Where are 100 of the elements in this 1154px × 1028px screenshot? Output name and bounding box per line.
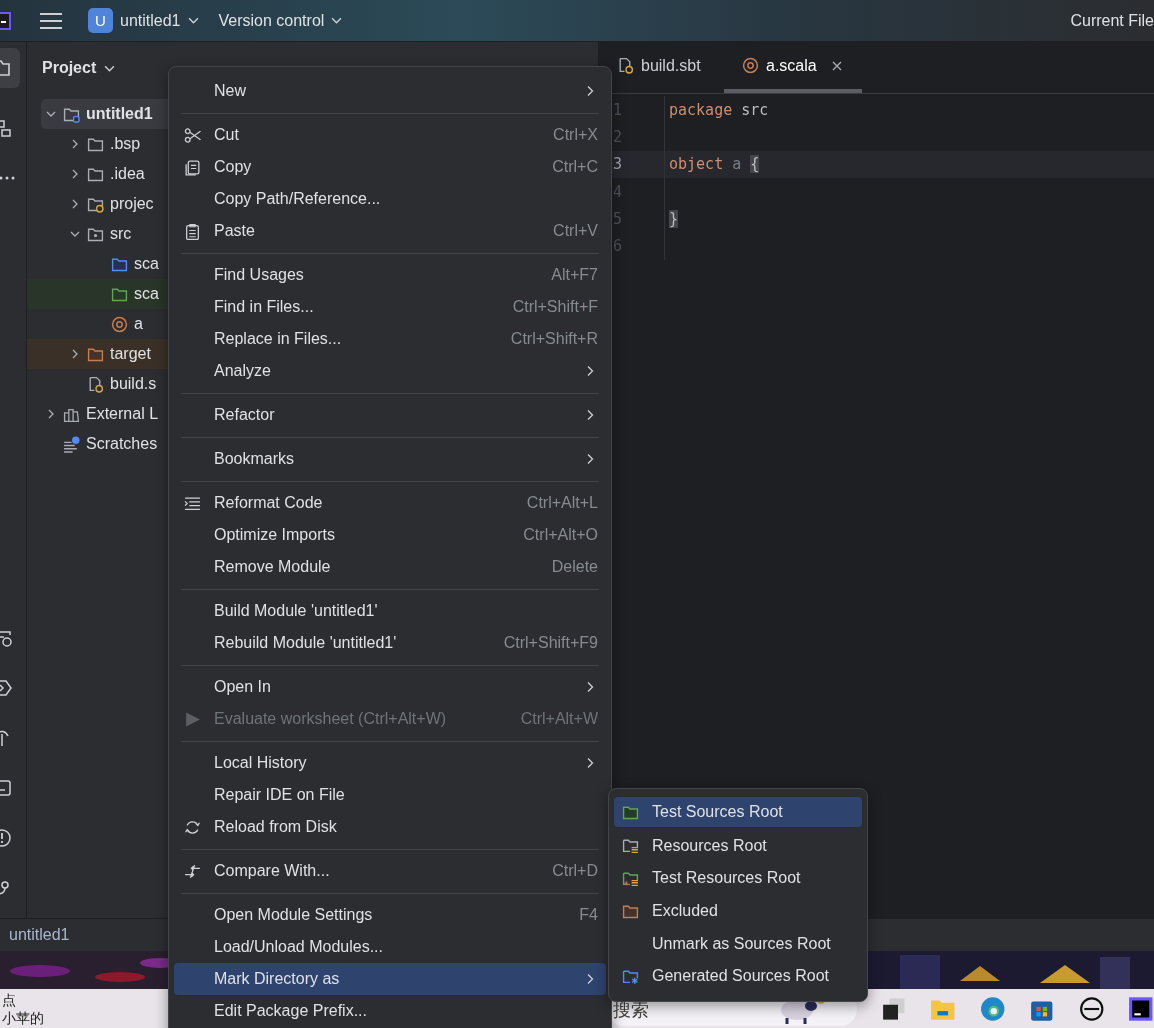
folder-icon	[87, 165, 104, 183]
generated-folder-icon	[622, 967, 639, 985]
menu-item[interactable]: Bookmarks	[174, 443, 606, 475]
menu-item[interactable]: Find Usages Alt+F7	[174, 259, 606, 291]
widget-text[interactable]: 小苹的	[2, 1009, 159, 1027]
ide-icon[interactable]	[1128, 996, 1154, 1022]
close-icon[interactable]	[831, 60, 842, 71]
play-icon	[184, 710, 201, 728]
tree-item[interactable]: sca	[27, 279, 168, 309]
shortcut-text: Ctrl+Shift+R	[510, 330, 598, 348]
shortcut-text: Ctrl+X	[553, 126, 598, 144]
folder-icon	[622, 902, 639, 920]
shortcut-text: Alt+F7	[551, 266, 598, 284]
menu-item[interactable]: Generated Sources Root	[614, 959, 862, 993]
menu-icon[interactable]	[40, 11, 62, 30]
caret-icon	[331, 17, 343, 24]
scala-file-icon	[742, 57, 759, 74]
shortcut-text: Delete	[551, 558, 598, 576]
folder-icon	[622, 803, 639, 821]
shortcut-text: F4	[579, 906, 598, 924]
reload-icon	[184, 818, 201, 836]
code-token: }	[669, 209, 679, 228]
tree-item[interactable]: External L	[27, 399, 168, 429]
chevron-icon	[586, 681, 594, 693]
chevron-icon	[586, 757, 594, 769]
editor-tab[interactable]: a.scala	[724, 42, 862, 93]
folder-icon	[87, 135, 104, 153]
menu-item[interactable]: Load/Unload Modules...	[174, 931, 606, 963]
widget-text[interactable]: 点	[2, 991, 159, 1009]
menu-item[interactable]: Repair IDE on File	[174, 779, 606, 811]
code-token: object	[669, 155, 724, 174]
recent-projects-dropdown[interactable]: U untitled1	[88, 8, 199, 33]
menu-item[interactable]: Local History	[174, 747, 606, 779]
menu-item[interactable]: Build Module 'untitled1'	[174, 595, 606, 627]
breadcrumb[interactable]: untitled1	[9, 926, 70, 944]
shortcut-text: Ctrl+Alt+O	[523, 526, 598, 544]
menu-item[interactable]: Refactor	[174, 399, 606, 431]
folder-icon	[87, 345, 104, 363]
shortcut-text: Ctrl+Alt+L	[526, 494, 598, 512]
caret-icon	[187, 17, 199, 24]
chevron-icon	[586, 365, 594, 377]
chevron-icon	[586, 973, 594, 985]
menu-item[interactable]: Resources Root	[614, 829, 862, 863]
tree-item[interactable]: .idea	[27, 159, 168, 189]
run-configuration-selector[interactable]: Current File	[1070, 11, 1154, 30]
version-control-menu[interactable]: Version control	[218, 11, 343, 30]
menu-item[interactable]: Optimize Imports Ctrl+Alt+O	[174, 519, 606, 551]
task-view-icon[interactable]	[880, 996, 907, 1022]
shortcut-text: Ctrl+V	[553, 222, 598, 240]
project-badge: U	[88, 8, 113, 33]
menu-item[interactable]: Excluded	[614, 894, 862, 928]
menu-item[interactable]: Mark Directory as	[174, 963, 606, 995]
code-token: package	[669, 100, 733, 119]
code-token: a	[732, 155, 742, 174]
folder-icon	[63, 105, 80, 123]
sbt-file-icon	[617, 57, 634, 74]
browser-icon[interactable]	[979, 996, 1006, 1022]
folder-icon	[111, 285, 128, 303]
tree-item[interactable]: a	[27, 309, 168, 339]
clipboard-icon	[184, 222, 201, 240]
tree-item[interactable]: projec	[27, 189, 168, 219]
menu-item[interactable]: Reload from Disk	[174, 811, 606, 843]
scala-file-icon	[111, 315, 128, 333]
copy-icon	[184, 158, 201, 176]
menu-item[interactable]: Reformat Code Ctrl+Alt+L	[174, 487, 606, 519]
shortcut-text: Ctrl+Alt+W	[520, 710, 598, 728]
resources-folder-icon	[622, 870, 639, 887]
tree-item[interactable]: src	[27, 219, 168, 249]
circle-logo-icon[interactable]	[1078, 996, 1105, 1022]
menu-item[interactable]: Test Resources Root	[614, 862, 862, 895]
tree-item[interactable]: .bsp	[27, 129, 168, 159]
menu-item[interactable]: Open In	[174, 671, 606, 703]
tree-item[interactable]: untitled1	[41, 99, 168, 129]
resources-folder-icon	[622, 837, 639, 855]
menu-item[interactable]: Compare With... Ctrl+D	[174, 855, 606, 887]
folder-icon	[87, 195, 104, 213]
menu-item[interactable]: Rebuild Module 'untitled1' Ctrl+Shift+F9	[174, 627, 606, 659]
menu-item[interactable]: Analyze	[174, 355, 606, 387]
shortcut-text: Ctrl+C	[552, 158, 598, 176]
code-token: src	[741, 100, 769, 119]
tree-item[interactable]: target	[27, 339, 168, 369]
shortcut-text: Ctrl+Shift+F	[512, 298, 598, 316]
chevron-icon	[586, 453, 594, 465]
chevron-icon	[586, 85, 594, 97]
menu-item[interactable]: Replace in Files... Ctrl+Shift+R	[174, 323, 606, 355]
menu-item[interactable]: Remove Module Delete	[174, 551, 606, 583]
compare-icon	[184, 862, 201, 880]
scissors-icon	[184, 126, 201, 144]
tree-item[interactable]: sca	[27, 249, 168, 279]
tree-item[interactable]: build.s	[27, 369, 168, 399]
tree-item[interactable]: Scratches	[27, 429, 168, 459]
menu-item[interactable]: Find in Files... Ctrl+Shift+F	[174, 291, 606, 323]
menu-item[interactable]: Unmark as Sources Root	[614, 927, 862, 960]
project-view-selector[interactable]: Project	[27, 42, 131, 87]
sbt-file-icon	[87, 375, 104, 393]
menu-item[interactable]: Test Sources Root	[614, 797, 862, 827]
menu-item[interactable]: Edit Package Prefix...	[174, 995, 606, 1027]
code-token: {	[750, 155, 760, 174]
folder-icon	[111, 255, 128, 273]
menu-item[interactable]: Open Module Settings F4	[174, 899, 606, 931]
